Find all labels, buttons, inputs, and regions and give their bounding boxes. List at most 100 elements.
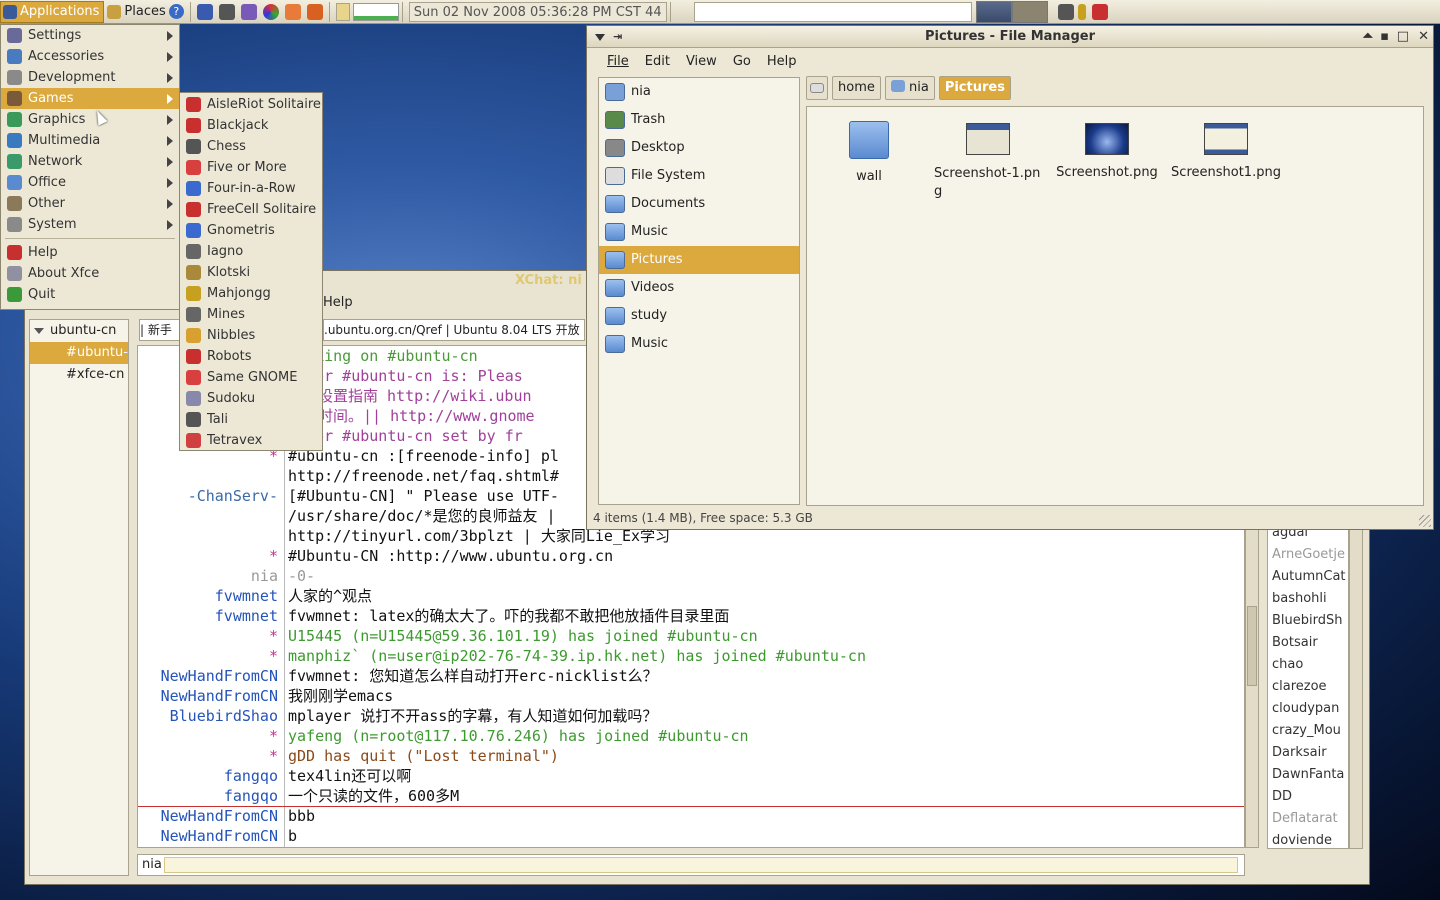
- game-item-blackjack[interactable]: Blackjack: [180, 115, 322, 136]
- chat-nick[interactable]: *: [269, 646, 278, 666]
- nick-item[interactable]: crazy_Mou: [1268, 720, 1348, 742]
- chat-nick[interactable]: fvwmnet: [215, 586, 278, 606]
- chat-nick[interactable]: *: [269, 546, 278, 566]
- sidebar-item-study[interactable]: study: [599, 302, 799, 330]
- scrollbar-thumb[interactable]: [1247, 606, 1257, 686]
- stick-icon[interactable]: ⇥: [613, 26, 622, 48]
- menu-item-about-xfce[interactable]: About Xfce: [1, 263, 179, 284]
- nick-item[interactable]: Darksair: [1268, 742, 1348, 764]
- menu-view[interactable]: View: [686, 54, 717, 69]
- chat-nick[interactable]: NewHandFromCN: [161, 806, 278, 826]
- info-icon[interactable]: [196, 3, 213, 20]
- fm-titlebar[interactable]: ⇥ Pictures - File Manager ⏶ ▪ □ ✕: [587, 26, 1433, 48]
- game-item-mahjongg[interactable]: Mahjongg: [180, 283, 322, 304]
- chat-nick[interactable]: -ChanServ-: [188, 486, 278, 506]
- nick-item[interactable]: BluebirdSh: [1268, 610, 1348, 632]
- game-item-tali[interactable]: Tali: [180, 409, 322, 430]
- input-nick[interactable]: nia: [142, 857, 162, 872]
- tab-strip[interactable]: | 新手: [139, 319, 181, 341]
- menu-item-settings[interactable]: Settings: [1, 25, 179, 46]
- menu-item-development[interactable]: Development: [1, 67, 179, 88]
- shade-icon[interactable]: ⏶: [1363, 26, 1373, 48]
- browser-icon[interactable]: [262, 3, 279, 20]
- menu-item-network[interactable]: Network: [1, 151, 179, 172]
- game-item-four-in-a-row[interactable]: Four-in-a-Row: [180, 178, 322, 199]
- monitor-icon[interactable]: [218, 3, 235, 20]
- menu-item-system[interactable]: System: [1, 214, 179, 235]
- nick-item[interactable]: Botsair: [1268, 632, 1348, 654]
- nicklist-scrollbar[interactable]: [1349, 529, 1363, 849]
- menu-file[interactable]: File: [607, 54, 629, 69]
- logout-icon[interactable]: [1091, 3, 1108, 20]
- clock[interactable]: Sun 02 Nov 2008 05:36:28 PM CST 44: [408, 1, 667, 22]
- tree-channel[interactable]: #xfce-cn: [30, 364, 128, 386]
- chat-nick[interactable]: nia: [251, 566, 278, 586]
- menu-item-office[interactable]: Office: [1, 172, 179, 193]
- workspace-pager-1[interactable]: [975, 0, 1012, 23]
- tree-server[interactable]: ubuntu-cn: [30, 320, 128, 342]
- sidebar-item-pictures[interactable]: Pictures: [599, 246, 799, 274]
- menu-go[interactable]: Go: [733, 54, 751, 69]
- chat-nick[interactable]: fangqo: [224, 766, 278, 786]
- chat-nick[interactable]: *: [269, 626, 278, 646]
- menu-item-help[interactable]: Help: [1, 242, 179, 263]
- chat-nick[interactable]: *: [269, 726, 278, 746]
- chat-nick[interactable]: NewHandFromCN: [161, 666, 278, 686]
- menu-item-quit[interactable]: Quit: [1, 284, 179, 305]
- nick-list[interactable]: agdai ArneGoetje AutumnCat bashohli Bluebird…: [1267, 529, 1349, 849]
- resize-grip[interactable]: [1419, 515, 1431, 527]
- nick-item[interactable]: AutumnCat: [1268, 566, 1348, 588]
- game-item-nibbles[interactable]: Nibbles: [180, 325, 322, 346]
- file-item[interactable]: Screenshot-1.png: [929, 123, 1047, 201]
- nick-item[interactable]: Deflatarat: [1268, 808, 1348, 830]
- workspace-indicator[interactable]: [335, 2, 350, 21]
- crumb-pictures[interactable]: Pictures: [938, 76, 1011, 100]
- help-icon[interactable]: ?: [168, 4, 184, 19]
- media-icon[interactable]: [284, 3, 301, 20]
- game-item-chess[interactable]: Chess: [180, 136, 322, 157]
- message-input[interactable]: [164, 857, 1238, 873]
- sidebar-item-desktop[interactable]: Desktop: [599, 134, 799, 162]
- sidebar-item-videos[interactable]: Videos: [599, 274, 799, 302]
- menu-item-graphics[interactable]: Graphics: [1, 109, 179, 130]
- sidebar-item-nia[interactable]: nia: [599, 78, 799, 106]
- nick-item[interactable]: ArneGoetje: [1268, 544, 1348, 566]
- file-item[interactable]: wall: [810, 121, 928, 184]
- nick-item[interactable]: DawnFanta: [1268, 764, 1348, 786]
- minimize-icon[interactable]: ▪: [1380, 26, 1389, 48]
- game-item-klotski[interactable]: Klotski: [180, 262, 322, 283]
- menu-item-other[interactable]: Other: [1, 193, 179, 214]
- game-item-gnometris[interactable]: Gnometris: [180, 220, 322, 241]
- nick-item[interactable]: agdai: [1268, 530, 1348, 544]
- nick-item[interactable]: doviende: [1268, 830, 1348, 848]
- sidebar-item-music[interactable]: Music: [599, 330, 799, 358]
- menu-help[interactable]: Help: [767, 54, 797, 69]
- menu-item-accessories[interactable]: Accessories: [1, 46, 179, 67]
- nick-item[interactable]: clarezoe: [1268, 676, 1348, 698]
- applications-menu-button[interactable]: Applications: [0, 0, 105, 23]
- sidebar-item-music[interactable]: Music: [599, 218, 799, 246]
- game-item-robots[interactable]: Robots: [180, 346, 322, 367]
- window-menu-icon[interactable]: [595, 34, 605, 41]
- game-item-five-or-more[interactable]: Five or More: [180, 157, 322, 178]
- file-item[interactable]: Screenshot1.png: [1167, 123, 1285, 180]
- chat-nick[interactable]: NewHandFromCN: [161, 686, 278, 706]
- close-icon[interactable]: ✕: [1418, 26, 1429, 48]
- menu-item-games[interactable]: Games: [1, 88, 179, 109]
- tools-icon[interactable]: [306, 3, 323, 20]
- menu-edit[interactable]: Edit: [645, 54, 670, 69]
- file-view[interactable]: wall Screenshot-1.png Screenshot.png Scr…: [806, 106, 1424, 506]
- chat-nick[interactable]: fangqo: [224, 786, 278, 806]
- game-item-sudoku[interactable]: Sudoku: [180, 388, 322, 409]
- chat-nick[interactable]: NewHandFromCN: [161, 826, 278, 846]
- game-item-same-gnome[interactable]: Same GNOME: [180, 367, 322, 388]
- game-item-mines[interactable]: Mines: [180, 304, 322, 325]
- nick-item[interactable]: DD: [1268, 786, 1348, 808]
- network-icon[interactable]: [1057, 3, 1074, 20]
- chat-nick[interactable]: *: [269, 746, 278, 766]
- chat-nick[interactable]: BluebirdShao: [170, 706, 278, 726]
- maximize-icon[interactable]: □: [1397, 26, 1409, 48]
- sidebar-item-trash[interactable]: Trash: [599, 106, 799, 134]
- game-item-freecell-solitaire[interactable]: FreeCell Solitaire: [180, 199, 322, 220]
- chat-nick[interactable]: fvwmnet: [215, 606, 278, 626]
